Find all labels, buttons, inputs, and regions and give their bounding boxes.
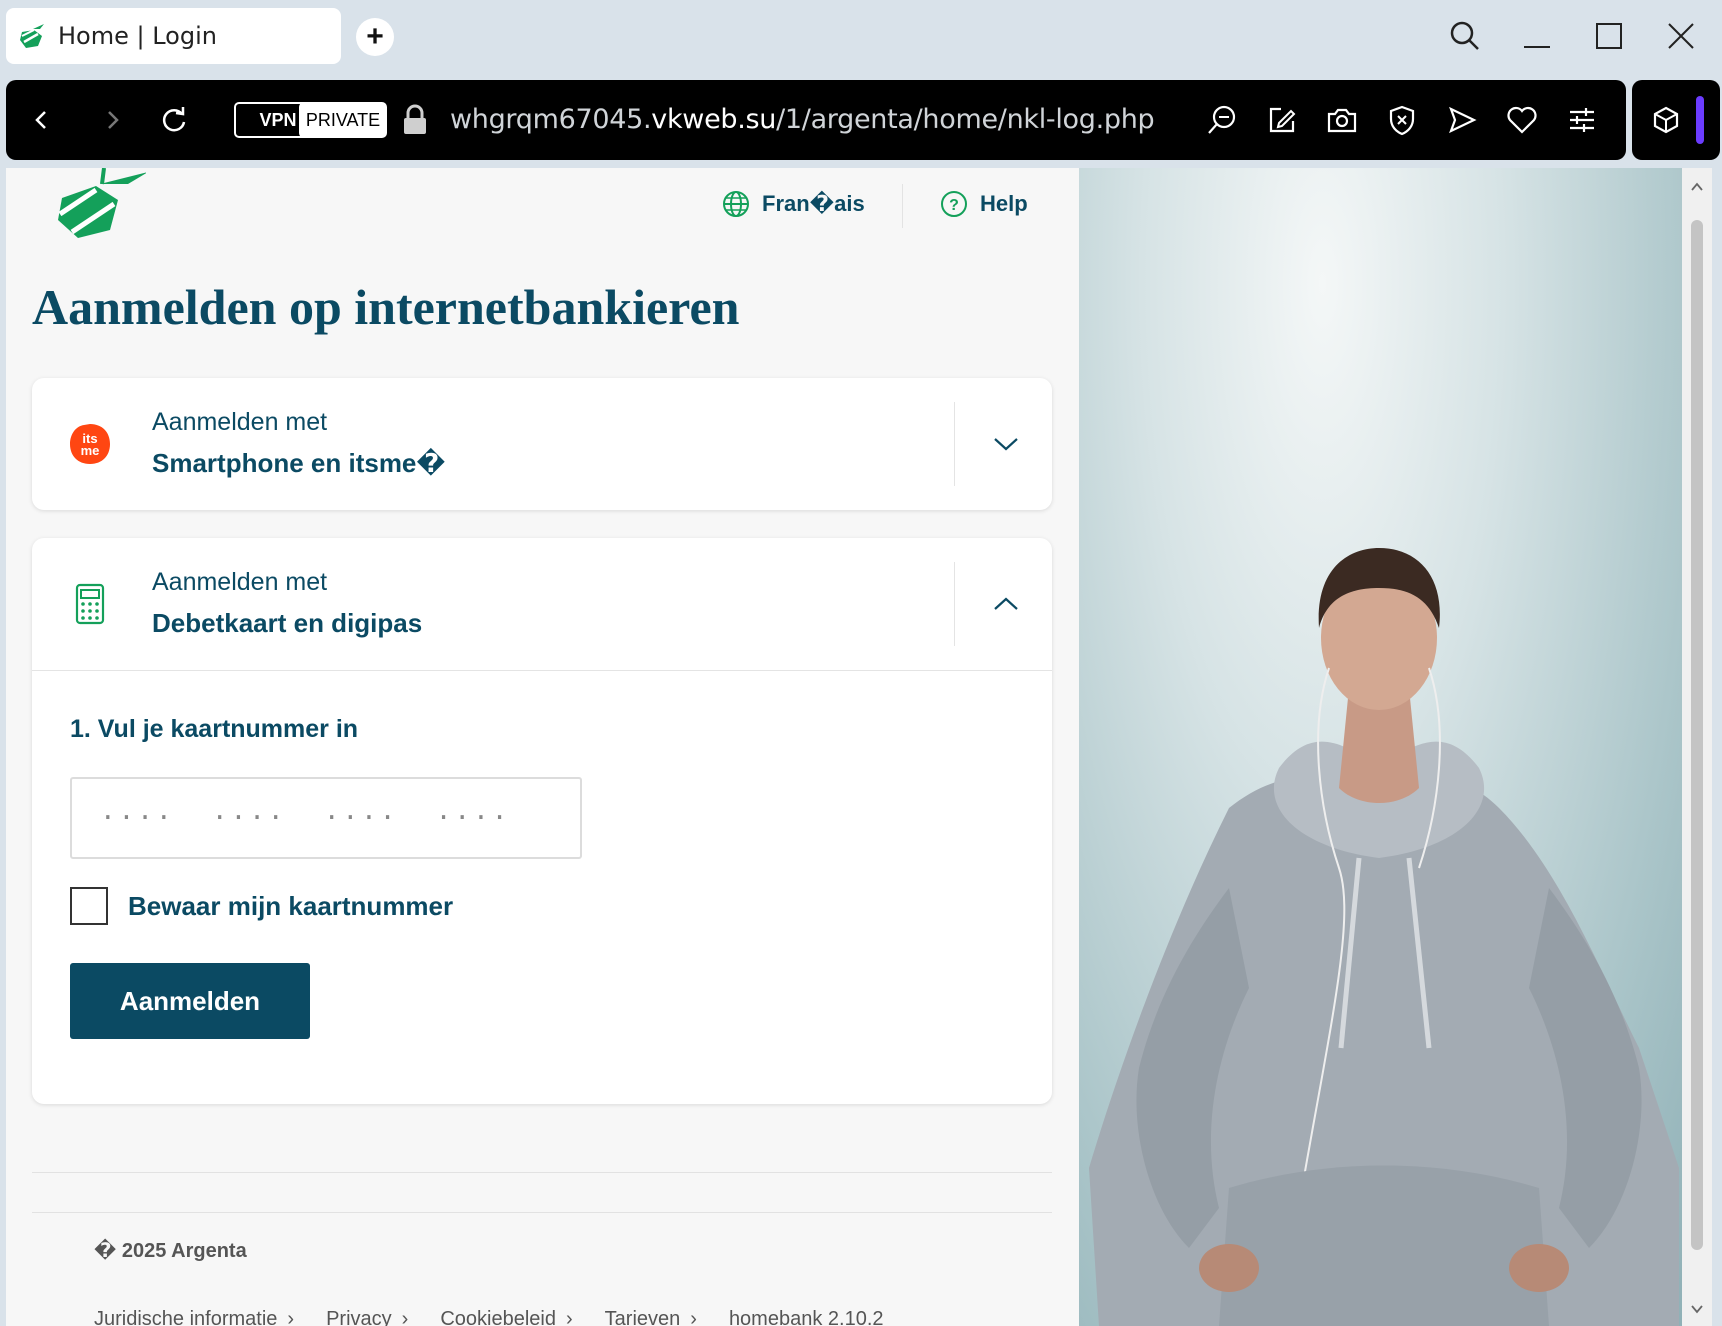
screenshot-button[interactable] <box>1322 100 1362 140</box>
woman-in-hoodie-image <box>1089 548 1679 1326</box>
login-submit-button[interactable]: Aanmelden <box>70 963 310 1039</box>
browser-tab-bar: Home | Login + <box>0 0 1722 80</box>
footer-divider <box>32 1212 1052 1213</box>
scroll-up-icon[interactable] <box>1691 182 1703 192</box>
chevron-right-icon: › <box>287 1308 295 1326</box>
remember-card-checkbox[interactable] <box>70 887 108 925</box>
find-in-page-button[interactable] <box>1202 100 1242 140</box>
page-viewport: Fran�ais ? Help Aanmelden op internetban… <box>6 168 1688 1326</box>
svg-text:me: me <box>81 443 100 458</box>
argenta-favicon-icon <box>20 24 44 48</box>
language-label: Fran�ais <box>762 191 865 216</box>
footer-link-cookies[interactable]: Cookiebeleid › <box>440 1308 572 1326</box>
browser-tab-title: Home | Login <box>58 22 217 50</box>
send-button[interactable] <box>1442 100 1482 140</box>
debit-card-header[interactable]: Aanmelden met Debetkaart en digipas <box>32 538 1052 670</box>
expand-itsme-button[interactable] <box>984 422 1028 466</box>
url-host: vkweb.su <box>651 104 777 135</box>
chevron-left-icon <box>35 111 46 129</box>
scrollbar-thumb[interactable] <box>1691 220 1703 1250</box>
maximize-icon <box>1596 23 1622 49</box>
address-bar: VPN PRIVATE whgrqm67045.vkweb.su/1/argen… <box>6 80 1626 160</box>
browser-search-button[interactable] <box>1440 14 1490 58</box>
minimize-icon <box>1524 46 1550 48</box>
minimize-button[interactable] <box>1512 14 1562 58</box>
itsme-card-header[interactable]: its me Aanmelden met Smartphone en itsme… <box>32 378 1052 510</box>
help-link[interactable]: ? Help <box>940 190 1028 218</box>
menu-button[interactable] <box>1562 100 1602 140</box>
globe-icon <box>723 191 749 217</box>
debit-card-form: 1. Vul je kaartnummer in Bewaar mijn kaa… <box>32 670 1052 1104</box>
page-title: Aanmelden op internetbankieren <box>32 279 740 335</box>
scroll-down-icon[interactable] <box>1691 1304 1703 1314</box>
sidebar-toggle-indicator[interactable] <box>1696 96 1704 144</box>
card-divider <box>954 562 955 646</box>
camera-icon <box>1327 108 1357 133</box>
chevron-up-icon <box>994 597 1018 610</box>
heart-icon <box>1507 106 1537 134</box>
maximize-button[interactable] <box>1584 14 1634 58</box>
chevron-right-icon: › <box>401 1308 409 1326</box>
argenta-logo-icon[interactable] <box>56 168 146 244</box>
reload-button[interactable] <box>152 98 196 142</box>
private-badge: PRIVATE <box>299 102 387 138</box>
footer-link-rates[interactable]: Tarieven › <box>605 1308 697 1326</box>
edit-icon <box>1269 107 1296 133</box>
footer-link-privacy[interactable]: Privacy › <box>326 1308 408 1326</box>
hero-photo <box>1079 168 1688 1326</box>
language-switch-link[interactable]: Fran�ais <box>722 190 865 218</box>
browser-tab-home[interactable]: Home | Login <box>6 8 341 64</box>
page-scrollbar[interactable] <box>1682 168 1712 1326</box>
itsme-logo-icon: its me <box>70 424 110 464</box>
cube-icon <box>1653 106 1679 134</box>
reload-icon <box>162 107 186 132</box>
footer-links: Juridische informatie › Privacy › Cookiebe… <box>94 1308 884 1326</box>
favorites-button[interactable] <box>1502 100 1542 140</box>
footer-divider-top <box>32 1172 1052 1173</box>
edit-page-button[interactable] <box>1262 100 1302 140</box>
card-number-input[interactable] <box>70 777 582 859</box>
chevron-down-icon <box>994 438 1018 451</box>
back-button[interactable] <box>20 98 64 142</box>
help-circle-icon: ? <box>941 191 967 217</box>
sliders-icon <box>1570 108 1594 132</box>
new-tab-button[interactable]: + <box>356 18 394 56</box>
close-window-button[interactable] <box>1656 14 1706 58</box>
adblock-button[interactable] <box>1382 100 1422 140</box>
chevron-right-icon: › <box>565 1308 573 1326</box>
debit-card-title: Debetkaart en digipas <box>152 608 423 638</box>
zoom-search-icon <box>1208 105 1236 134</box>
chevron-right-icon <box>108 111 119 129</box>
chevron-right-icon: › <box>690 1308 697 1326</box>
close-icon <box>1668 23 1694 49</box>
debit-card-subtitle: Aanmelden met <box>152 568 328 596</box>
version-text: homebank 2.10.2 <box>728 1308 884 1326</box>
shield-icon <box>1389 105 1415 136</box>
url-path: /1/argenta/home/nkl-log.php <box>776 104 1155 135</box>
url-field[interactable]: whgrqm67045.vkweb.su/1/argenta/home/nkl-… <box>450 104 1155 135</box>
itsme-card-subtitle: Aanmelden met <box>152 408 328 436</box>
send-icon <box>1449 106 1477 134</box>
collapse-debit-card-button[interactable] <box>984 582 1028 626</box>
header-divider <box>902 184 903 228</box>
svg-text:?: ? <box>949 197 959 214</box>
card-divider <box>954 402 955 486</box>
plus-icon: + <box>366 20 384 53</box>
digipas-calculator-icon <box>75 583 105 625</box>
forward-button[interactable] <box>90 98 134 142</box>
lock-icon[interactable] <box>402 104 428 136</box>
login-option-itsme[interactable]: its me Aanmelden met Smartphone en itsme… <box>32 378 1052 510</box>
copyright-text: � 2025 Argenta <box>94 1240 247 1262</box>
url-prefix: whgrqm67045. <box>450 104 652 135</box>
remember-card-label[interactable]: Bewaar mijn kaartnummer <box>128 891 453 922</box>
search-icon <box>1450 21 1479 50</box>
itsme-card-title: Smartphone en itsme� <box>152 448 446 478</box>
footer-link-legal[interactable]: Juridische informatie › <box>94 1308 294 1326</box>
extensions-area <box>1632 80 1720 160</box>
help-label: Help <box>980 191 1028 216</box>
login-option-debit-card: Aanmelden met Debetkaart en digipas 1. V… <box>32 538 1052 1104</box>
card-number-step-label: 1. Vul je kaartnummer in <box>70 715 359 743</box>
extensions-button[interactable] <box>1646 100 1686 140</box>
